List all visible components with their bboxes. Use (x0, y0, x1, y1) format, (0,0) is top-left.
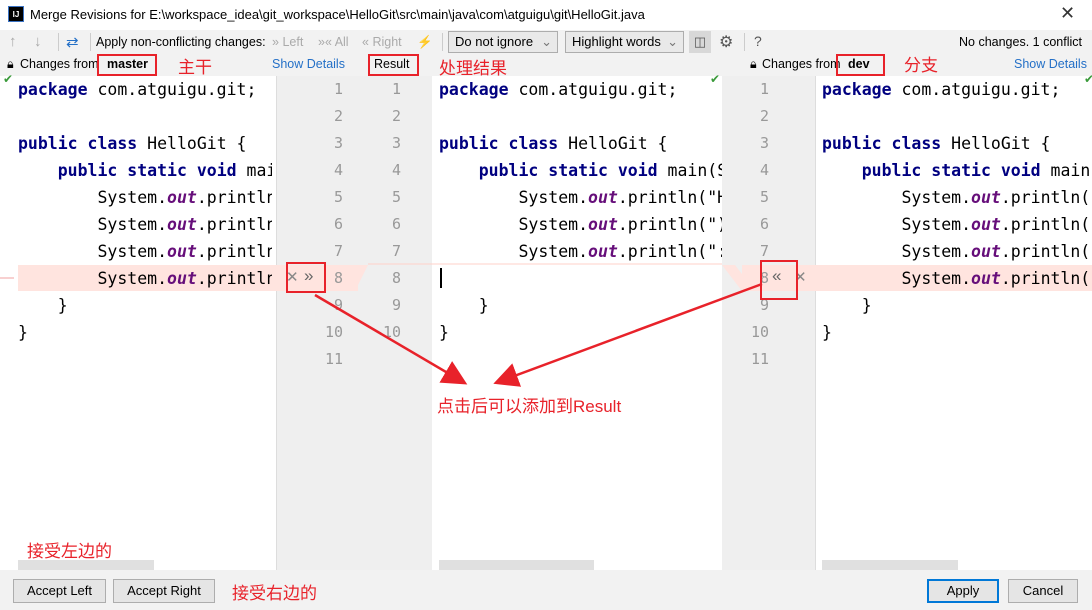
annotation-arrows (0, 277, 763, 387)
annotation-arrow-right (493, 282, 763, 387)
annotation-arrow-left (314, 293, 468, 385)
